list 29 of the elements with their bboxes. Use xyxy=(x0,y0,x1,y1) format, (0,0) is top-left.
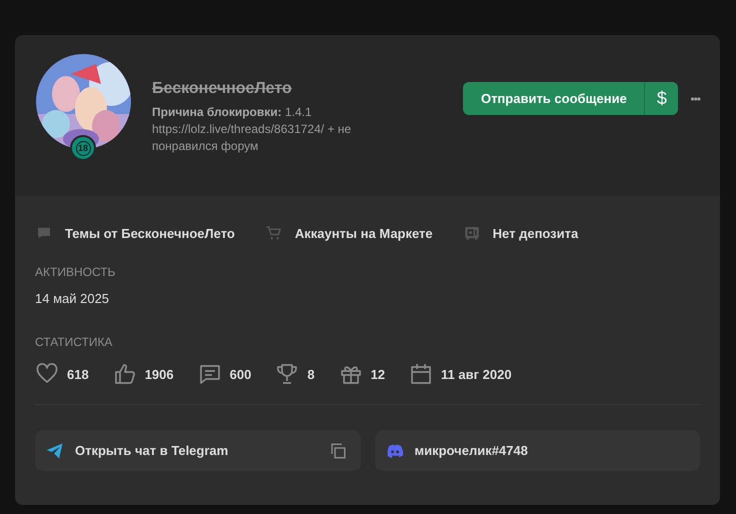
age-badge: 18 xyxy=(70,135,96,161)
stat-value: 11 авг 2020 xyxy=(441,366,512,382)
more-button[interactable]: ••• xyxy=(690,92,700,106)
message-icon xyxy=(198,362,222,386)
copy-button[interactable] xyxy=(328,442,346,460)
send-message-button[interactable]: Отправить сообщение xyxy=(463,82,644,115)
stat-value: 618 xyxy=(67,366,89,382)
paper-plane-icon xyxy=(45,440,65,460)
heart-icon xyxy=(35,362,59,386)
money-button[interactable]: $ xyxy=(644,82,678,115)
cart-icon xyxy=(264,224,283,242)
stat-value: 600 xyxy=(230,366,252,382)
section-heading: СТАТИСТИКА xyxy=(35,334,114,350)
stat-value: 12 xyxy=(370,366,386,382)
section-heading: АКТИВНОСТЬ xyxy=(35,264,116,280)
username[interactable]: БесконечноеЛето xyxy=(152,78,377,100)
calendar-icon xyxy=(409,362,434,386)
stat-value: 1906 xyxy=(144,366,174,382)
activity-date: 14 май 2025 xyxy=(35,291,110,307)
profile-link[interactable]: Нет депозита xyxy=(462,224,578,242)
profile-link[interactable]: Аккаунты на Маркете xyxy=(264,224,433,242)
profile-link[interactable]: Темы от БесконечноеЛето xyxy=(35,224,235,242)
safe-icon xyxy=(462,224,481,242)
ban-reason: Причина блокировки: 1.4.1 https://lolz.live/threads/8631724/ + не понравился форум xyxy=(152,104,352,155)
trophy-icon xyxy=(275,362,300,386)
telegram-link[interactable]: Открыть чат в Telegram xyxy=(45,440,228,460)
thumbs-up-icon xyxy=(112,362,137,386)
discord-link[interactable]: микрочелик#4748 xyxy=(384,440,528,460)
stat-value: 8 xyxy=(307,366,315,382)
